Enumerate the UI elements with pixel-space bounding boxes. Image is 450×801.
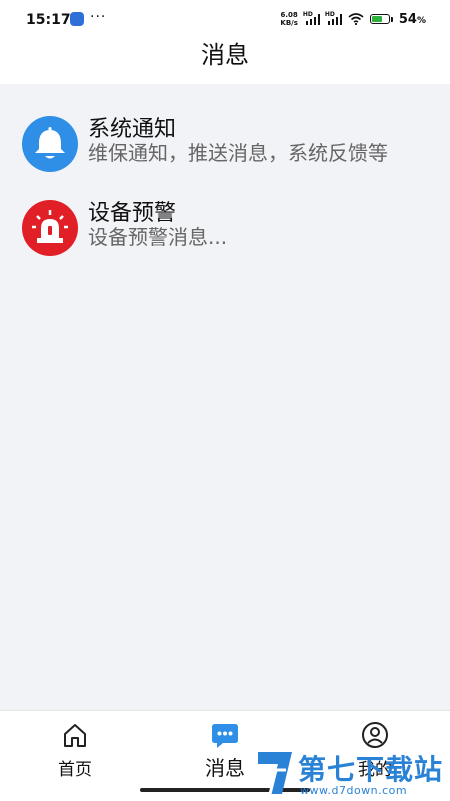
app-notification-icon [70, 12, 84, 26]
message-item-subtitle: 维保通知，推送消息，系统反馈等 [88, 141, 388, 165]
more-notifications-icon: ··· [90, 9, 107, 25]
tab-home[interactable]: 首页 [0, 711, 150, 791]
status-right: 6.08 KB/s HD HD 54% [280, 11, 426, 28]
signal-icon: HD [303, 11, 320, 25]
message-item-device-alert[interactable]: 设备预警 设备预警消息... [0, 186, 450, 270]
page-header: 消息 [0, 40, 450, 84]
wifi-icon [348, 13, 364, 25]
alarm-siren-icon [22, 200, 78, 256]
bell-icon [22, 116, 78, 172]
message-item-subtitle: 设备预警消息... [88, 225, 228, 249]
network-speed: 6.08 KB/s [280, 11, 298, 27]
message-list: 系统通知 维保通知，推送消息，系统反馈等 设备预警 设备预警消息... [0, 84, 450, 270]
home-icon [64, 724, 86, 747]
user-icon [362, 722, 388, 748]
chat-bubble-icon [212, 724, 238, 748]
tab-label: 首页 [58, 760, 92, 780]
battery-percent: 54% [398, 11, 426, 27]
watermark-logo-icon [258, 752, 292, 795]
watermark-url: www.d7down.com [300, 784, 408, 797]
battery-icon [369, 14, 393, 24]
status-bar: 15:17 ··· 6.08 KB/s HD HD 54% [0, 0, 450, 40]
watermark: 第七下载站 www.d7down.com [256, 748, 446, 800]
signal-icon-2: HD [325, 11, 342, 25]
watermark-text: 第七下载站 [298, 753, 444, 786]
message-item-system-notice[interactable]: 系统通知 维保通知，推送消息，系统反馈等 [0, 102, 450, 186]
page-title: 消息 [201, 41, 249, 69]
status-time: 15:17 [26, 12, 71, 28]
